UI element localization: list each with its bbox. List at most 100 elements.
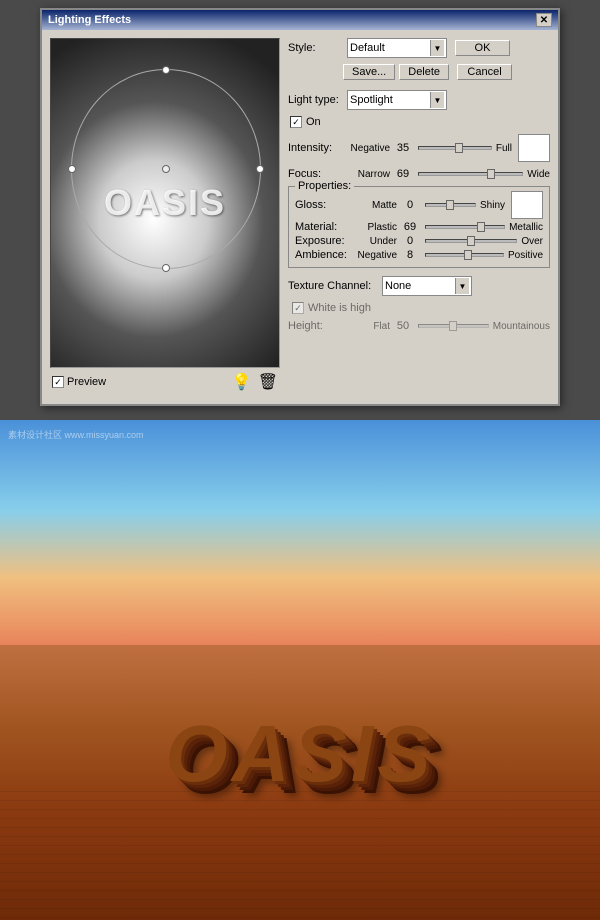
focus-left-label: Narrow bbox=[345, 169, 390, 180]
exposure-thumb[interactable] bbox=[467, 236, 475, 246]
ambience-label: Ambience: bbox=[295, 249, 350, 261]
material-thumb[interactable] bbox=[477, 222, 485, 232]
material-label: Material: bbox=[295, 221, 350, 233]
trash-icon[interactable]: 🗑 bbox=[258, 372, 278, 392]
preview-checkbox-row[interactable]: ✓ Preview bbox=[52, 376, 106, 388]
white-is-high-label: White is high bbox=[308, 302, 371, 314]
style-select-value: Default bbox=[350, 42, 428, 54]
ok-button[interactable]: OK bbox=[455, 40, 510, 56]
light-type-label: Light type: bbox=[288, 94, 343, 106]
white-is-high-checkbox[interactable]: ✓ bbox=[292, 302, 304, 314]
ambience-value: 8 bbox=[399, 249, 421, 261]
save-button[interactable]: Save... bbox=[343, 64, 395, 80]
white-is-high-row: ✓ White is high bbox=[288, 302, 550, 314]
focus-slider[interactable] bbox=[418, 172, 523, 176]
exposure-value: 0 bbox=[399, 235, 421, 247]
gloss-row: Gloss: Matte 0 Shiny bbox=[295, 191, 543, 219]
height-label: Height: bbox=[288, 320, 343, 332]
on-label: On bbox=[306, 116, 321, 128]
gloss-color-swatch[interactable] bbox=[511, 191, 543, 219]
style-select[interactable]: Default ▼ bbox=[347, 38, 447, 58]
preview-icons: 💡 🗑 bbox=[232, 372, 278, 392]
light-type-row: Light type: Spotlight ▼ bbox=[288, 90, 550, 110]
height-slider[interactable] bbox=[418, 324, 489, 328]
height-row: Height: Flat 50 Mountainous bbox=[288, 320, 550, 332]
material-slider[interactable] bbox=[425, 225, 505, 229]
gloss-thumb[interactable] bbox=[446, 200, 454, 210]
intensity-color-swatch[interactable] bbox=[518, 134, 550, 162]
watermark: 素材设计社区 www.missyuan.com bbox=[8, 428, 144, 441]
gloss-right-label: Shiny bbox=[480, 200, 505, 211]
preview-footer: ✓ Preview 💡 🗑 bbox=[50, 368, 280, 396]
properties-fieldset: Properties: Gloss: Matte 0 Shiny Materia… bbox=[288, 186, 550, 268]
focus-value: 69 bbox=[392, 168, 414, 180]
focus-thumb[interactable] bbox=[487, 169, 495, 179]
exposure-row: Exposure: Under 0 Over bbox=[295, 235, 543, 247]
texture-channel-label: Texture Channel: bbox=[288, 280, 378, 292]
preview-canvas[interactable]: OASIS bbox=[50, 38, 280, 368]
focus-right-label: Wide bbox=[527, 169, 550, 180]
dialog-titlebar: Lighting Effects ✕ bbox=[42, 10, 558, 30]
gloss-label: Gloss: bbox=[295, 199, 350, 211]
on-row: ✓ On bbox=[288, 116, 550, 128]
intensity-thumb[interactable] bbox=[455, 143, 463, 153]
preview-checkbox[interactable]: ✓ bbox=[52, 376, 64, 388]
focus-label: Focus: bbox=[288, 168, 343, 180]
lighting-effects-dialog: Lighting Effects ✕ OASIS ✓ Preview bbox=[40, 8, 560, 406]
gloss-slider[interactable] bbox=[425, 203, 476, 207]
exposure-label: Exposure: bbox=[295, 235, 350, 247]
gloss-left-label: Matte bbox=[352, 200, 397, 211]
light-type-arrow[interactable]: ▼ bbox=[430, 92, 444, 108]
exposure-right-label: Over bbox=[521, 236, 543, 247]
desert-scene: OASIS 素材设计社区 www.missyuan.com bbox=[0, 420, 600, 920]
controls-panel: Style: Default ▼ OK Save... Delete Cance… bbox=[288, 38, 550, 396]
height-left-label: Flat bbox=[345, 321, 390, 332]
style-row: Style: Default ▼ OK bbox=[288, 38, 550, 58]
material-value: 69 bbox=[399, 221, 421, 233]
texture-channel-select[interactable]: None ▼ bbox=[382, 276, 472, 296]
light-bulb-icon[interactable]: 💡 bbox=[232, 372, 252, 392]
gloss-value: 0 bbox=[399, 199, 421, 211]
save-delete-row: Save... Delete Cancel bbox=[288, 64, 550, 80]
material-left-label: Plastic bbox=[352, 222, 397, 233]
texture-channel-row: Texture Channel: None ▼ bbox=[288, 276, 550, 296]
preview-oasis-text: OASIS bbox=[104, 182, 226, 224]
style-dropdown-arrow[interactable]: ▼ bbox=[430, 40, 444, 56]
dialog-body: OASIS ✓ Preview 💡 🗑 bbox=[42, 30, 558, 404]
intensity-value: 35 bbox=[392, 142, 414, 154]
ambience-slider[interactable] bbox=[425, 253, 504, 257]
intensity-label: Intensity: bbox=[288, 142, 343, 154]
texture-channel-value: None bbox=[385, 280, 453, 292]
ambience-thumb[interactable] bbox=[464, 250, 472, 260]
style-label: Style: bbox=[288, 42, 343, 54]
delete-button[interactable]: Delete bbox=[399, 64, 449, 80]
ambience-right-label: Positive bbox=[508, 250, 543, 261]
material-right-label: Metallic bbox=[509, 222, 543, 233]
height-thumb[interactable] bbox=[449, 321, 457, 331]
ambience-row: Ambience: Negative 8 Positive bbox=[295, 249, 543, 261]
desert-oasis-text: OASIS bbox=[166, 708, 435, 800]
texture-channel-arrow[interactable]: ▼ bbox=[455, 278, 469, 294]
ambience-left-label: Negative bbox=[352, 250, 397, 261]
on-checkbox[interactable]: ✓ bbox=[290, 116, 302, 128]
intensity-slider[interactable] bbox=[418, 146, 492, 150]
focus-row: Focus: Narrow 69 Wide bbox=[288, 168, 550, 180]
properties-legend: Properties: bbox=[295, 180, 354, 192]
close-button[interactable]: ✕ bbox=[536, 13, 552, 27]
intensity-left-label: Negative bbox=[345, 143, 390, 154]
dialog-title: Lighting Effects bbox=[48, 14, 131, 26]
intensity-right-label: Full bbox=[496, 143, 512, 154]
height-right-label: Mountainous bbox=[493, 321, 550, 332]
sky-gradient bbox=[0, 420, 600, 645]
preview-panel: OASIS ✓ Preview 💡 🗑 bbox=[50, 38, 280, 396]
light-type-select[interactable]: Spotlight ▼ bbox=[347, 90, 447, 110]
intensity-row: Intensity: Negative 35 Full bbox=[288, 134, 550, 162]
light-type-value: Spotlight bbox=[350, 94, 428, 106]
desert-background: OASIS bbox=[0, 420, 600, 920]
cancel-button[interactable]: Cancel bbox=[457, 64, 512, 80]
sand-ripples bbox=[0, 783, 600, 920]
exposure-slider[interactable] bbox=[425, 239, 517, 243]
height-value: 50 bbox=[392, 320, 414, 332]
exposure-left-label: Under bbox=[352, 236, 397, 247]
material-row: Material: Plastic 69 Metallic bbox=[295, 221, 543, 233]
